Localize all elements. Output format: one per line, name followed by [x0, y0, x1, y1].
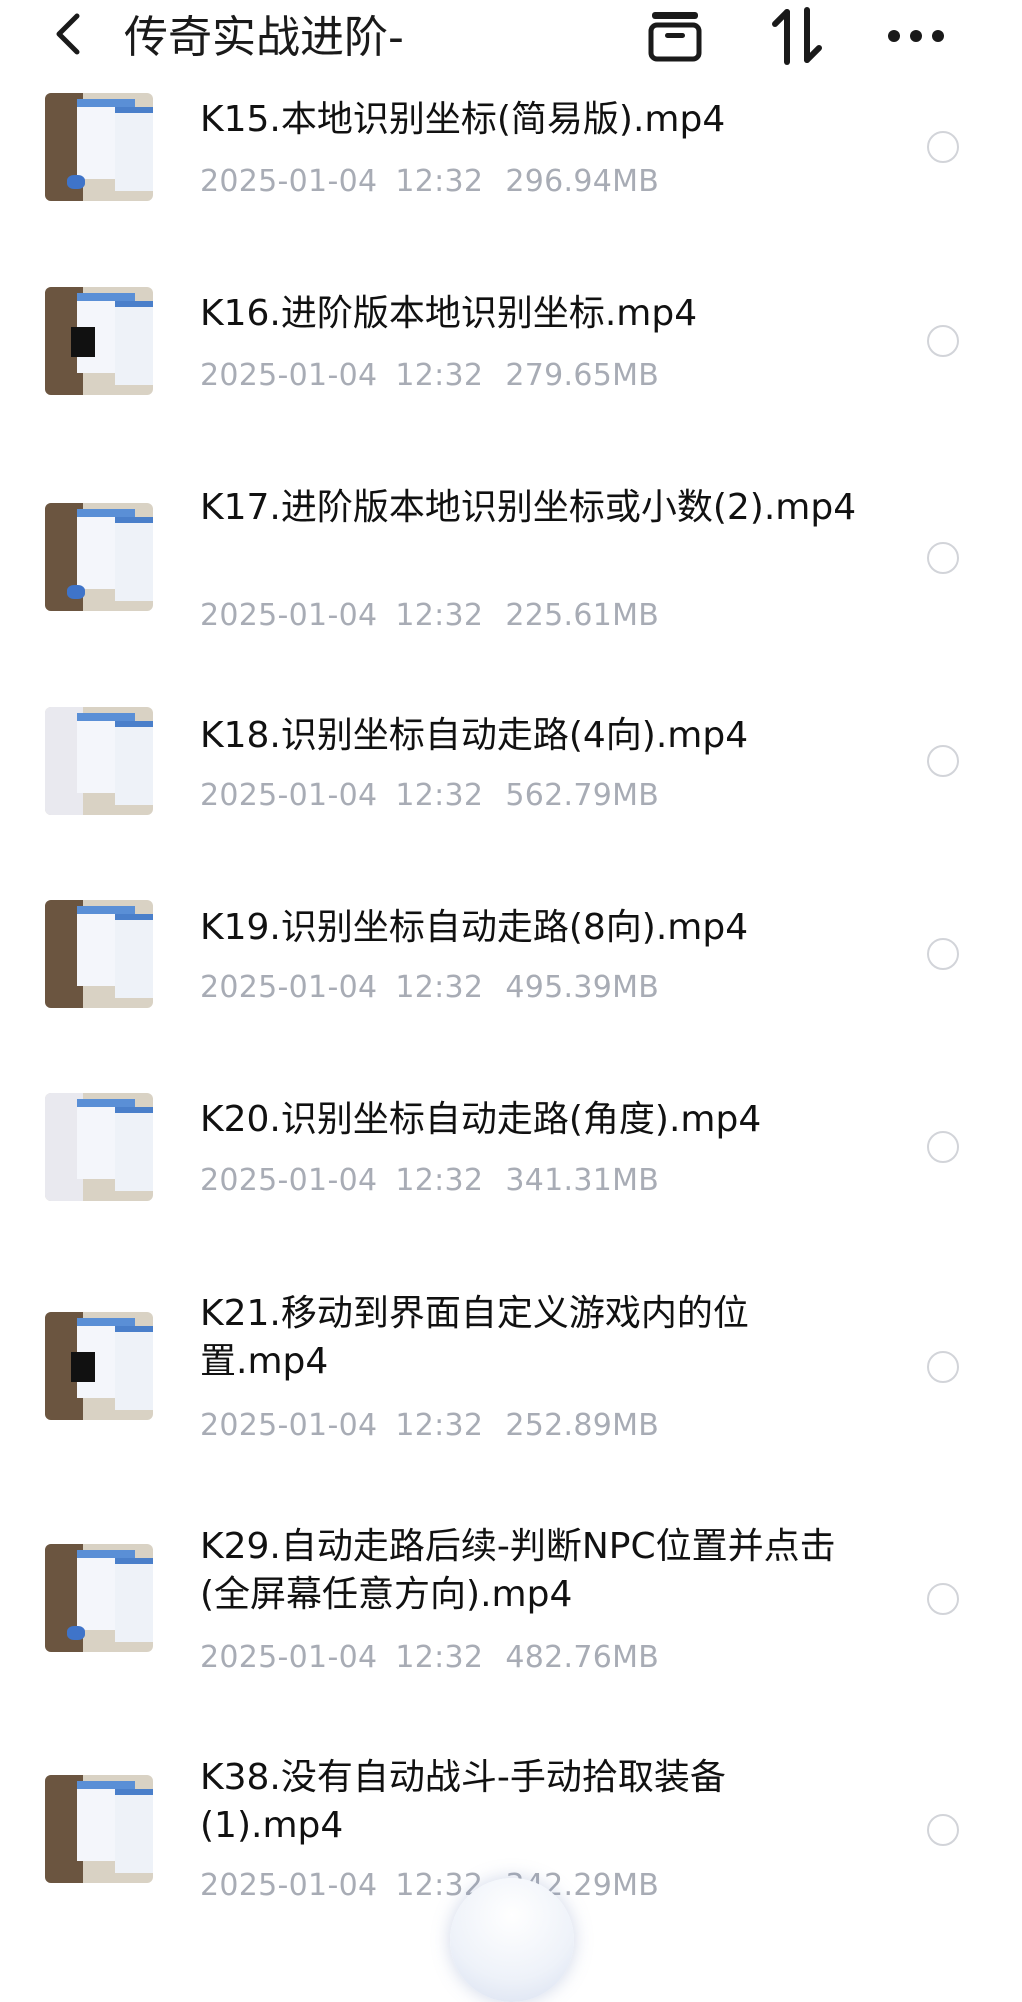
video-thumbnail — [45, 93, 153, 201]
file-name: K16.进阶版本地识别坐标.mp4 — [200, 293, 698, 334]
select-radio[interactable] — [927, 745, 959, 777]
select-radio[interactable] — [927, 1814, 959, 1846]
video-thumbnail — [45, 1544, 153, 1652]
file-time: 12:32 — [395, 164, 484, 199]
video-thumbnail — [45, 503, 153, 611]
file-date: 2025-01-04 — [200, 1868, 378, 1903]
file-time: 12:32 — [395, 778, 484, 813]
file-size: 341.31MB — [505, 1163, 660, 1198]
file-date: 2025-01-04 — [200, 358, 378, 393]
file-meta: 2025-01-04 12:32 252.89MB — [200, 1406, 659, 1446]
file-time: 12:32 — [395, 358, 484, 393]
select-radio[interactable] — [927, 542, 959, 574]
archive-button[interactable] — [643, 6, 707, 66]
video-thumbnail — [45, 287, 153, 395]
file-date: 2025-01-04 — [200, 1408, 378, 1443]
video-thumbnail — [45, 1093, 153, 1201]
file-name: K18.识别坐标自动走路(4向).mp4 — [200, 715, 749, 756]
page-title: 传奇实战进阶- — [124, 12, 404, 63]
floating-action-button[interactable] — [450, 1878, 574, 2002]
select-radio[interactable] — [927, 1131, 959, 1163]
video-thumbnail — [45, 1775, 153, 1883]
file-meta: 2025-01-04 12:32 279.65MB — [200, 356, 659, 396]
file-size: 225.61MB — [505, 598, 660, 633]
file-name: K21.移动到界面自定义游戏内的位置.mp4 — [200, 1293, 749, 1382]
archive-box-icon — [648, 12, 702, 62]
file-date: 2025-01-04 — [200, 1640, 378, 1675]
file-size: 562.79MB — [505, 778, 660, 813]
file-list: K15.本地识别坐标(简易版).mp4 2025-01-04 12:32 296.9… — [0, 0, 1022, 2002]
file-name: K38.没有自动战斗-手动拾取装备(1).mp4 — [200, 1757, 726, 1846]
file-meta: 2025-01-04 12:32 296.94MB — [200, 162, 659, 202]
select-radio[interactable] — [927, 1351, 959, 1383]
file-meta: 2025-01-04 12:32 342.29MB — [200, 1866, 659, 1906]
file-name: K17.进阶版本地识别坐标或小数(2).mp4 — [200, 487, 857, 528]
file-meta: 2025-01-04 12:32 562.79MB — [200, 776, 659, 816]
select-radio[interactable] — [927, 1583, 959, 1615]
file-date: 2025-01-04 — [200, 970, 378, 1005]
more-button[interactable] — [884, 6, 948, 66]
select-radio[interactable] — [927, 131, 959, 163]
select-radio[interactable] — [927, 325, 959, 357]
video-thumbnail — [45, 707, 153, 815]
file-size: 252.89MB — [505, 1408, 660, 1443]
file-size: 279.65MB — [505, 358, 660, 393]
video-thumbnail — [45, 1312, 153, 1420]
back-button[interactable] — [48, 12, 88, 56]
chevron-left-icon — [56, 13, 80, 55]
file-meta: 2025-01-04 12:32 495.39MB — [200, 968, 659, 1008]
file-name: K15.本地识别坐标(简易版).mp4 — [200, 99, 726, 140]
more-dots-icon — [888, 30, 944, 42]
file-time: 12:32 — [395, 1163, 484, 1198]
file-time: 12:32 — [395, 598, 484, 633]
sort-button[interactable] — [765, 6, 829, 66]
top-bar: 传奇实战进阶- — [0, 0, 1022, 76]
file-time: 12:32 — [395, 970, 484, 1005]
file-size: 495.39MB — [505, 970, 660, 1005]
file-meta: 2025-01-04 12:32 341.31MB — [200, 1161, 659, 1201]
file-time: 12:32 — [395, 1640, 484, 1675]
file-name: K19.识别坐标自动走路(8向).mp4 — [200, 907, 749, 948]
file-meta: 2025-01-04 12:32 482.76MB — [200, 1638, 659, 1678]
sort-arrows-icon — [772, 7, 822, 65]
file-date: 2025-01-04 — [200, 1163, 378, 1198]
video-thumbnail — [45, 900, 153, 1008]
file-date: 2025-01-04 — [200, 778, 378, 813]
select-radio[interactable] — [927, 938, 959, 970]
file-name: K29.自动走路后续-判断NPC位置并点击(全屏幕任意方向).mp4 — [200, 1526, 836, 1615]
file-size: 482.76MB — [505, 1640, 660, 1675]
file-meta: 2025-01-04 12:32 225.61MB — [200, 596, 659, 636]
file-date: 2025-01-04 — [200, 164, 378, 199]
file-date: 2025-01-04 — [200, 598, 378, 633]
file-time: 12:32 — [395, 1408, 484, 1443]
file-name: K20.识别坐标自动走路(角度).mp4 — [200, 1099, 762, 1140]
file-size: 296.94MB — [505, 164, 660, 199]
